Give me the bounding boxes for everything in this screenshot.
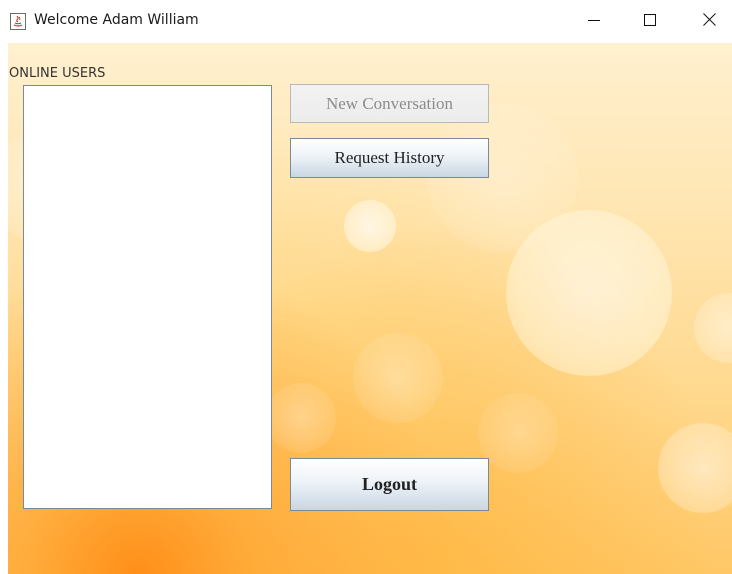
background-bokeh: [478, 393, 558, 473]
minimize-icon: [588, 13, 600, 31]
background-bokeh: [266, 383, 336, 453]
logout-button[interactable]: Logout: [290, 458, 489, 511]
maximize-button[interactable]: [627, 0, 673, 43]
window-title: Welcome Adam William: [34, 12, 199, 28]
background-bokeh: [694, 293, 732, 363]
minimize-button[interactable]: [571, 0, 617, 43]
background-bokeh: [428, 103, 578, 253]
maximize-icon: [644, 13, 656, 31]
background-bokeh: [344, 200, 396, 252]
online-users-label: ONLINE USERS: [9, 66, 106, 81]
close-icon: [702, 12, 716, 31]
background-bokeh: [658, 423, 732, 513]
background-bokeh: [506, 210, 672, 376]
app-window: Welcome Adam William ONLINE USERS New Co…: [0, 0, 732, 574]
online-users-list[interactable]: [23, 85, 272, 509]
close-button[interactable]: [686, 0, 732, 43]
request-history-button[interactable]: Request History: [290, 138, 489, 178]
java-icon: [10, 13, 26, 30]
main-panel: ONLINE USERS New Conversation Request Hi…: [8, 43, 732, 574]
background-bokeh: [353, 333, 443, 423]
title-bar[interactable]: Welcome Adam William: [0, 0, 732, 43]
new-conversation-button[interactable]: New Conversation: [290, 84, 489, 123]
